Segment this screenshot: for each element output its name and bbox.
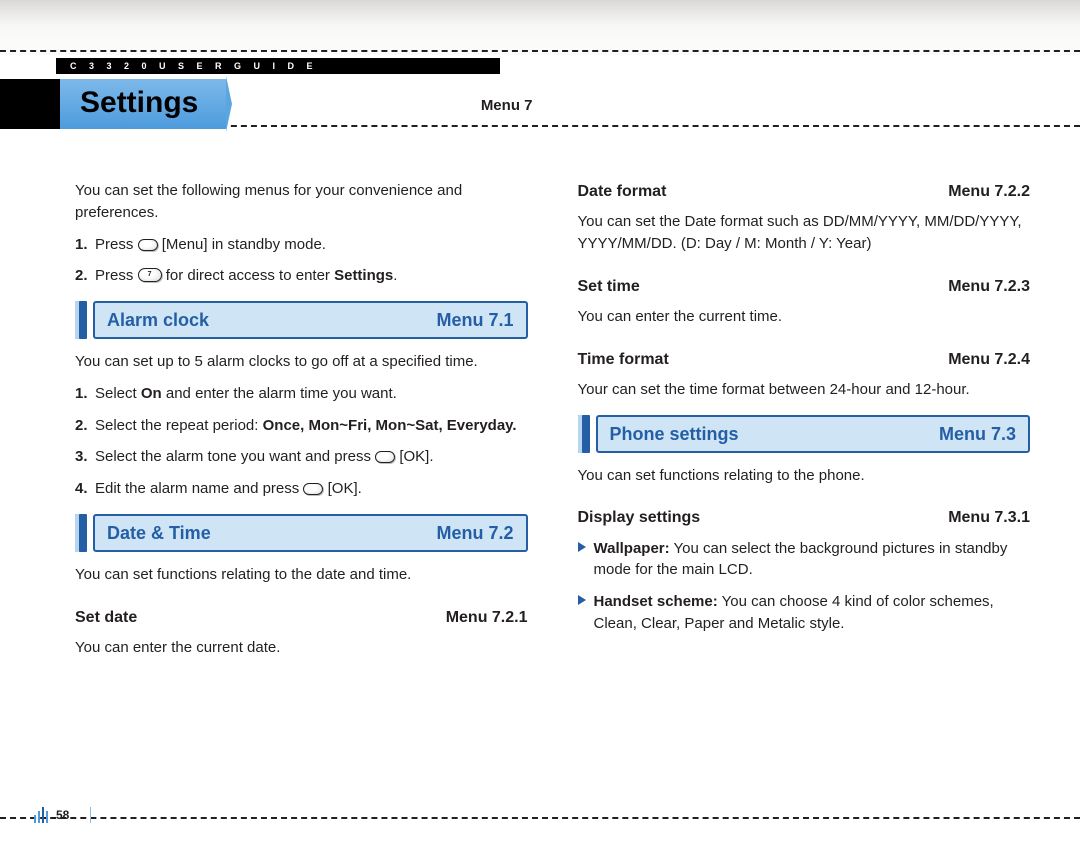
section-phone-settings: Phone settings Menu 7.3 — [578, 415, 1031, 453]
section-title: Alarm clock — [107, 307, 209, 333]
subsection-title: Time format — [578, 348, 669, 371]
bullet-icon — [578, 595, 586, 605]
subsection-description: You can enter the current date. — [75, 637, 528, 659]
page-title-tab: Settings Menu 7 — [0, 79, 533, 129]
page-frame-top — [0, 50, 1080, 52]
subsection-menu-number: Menu 7.3.1 — [948, 506, 1030, 529]
intro-step: 2. Press 7 for direct access to enter Se… — [75, 265, 528, 287]
section-description: You can set functions relating to the da… — [75, 564, 528, 586]
bullet-icon — [578, 542, 586, 552]
content-body: You can set the following menus for your… — [75, 180, 1030, 794]
subsection-time-format: Time format Menu 7.2.4 — [578, 348, 1031, 371]
ok-key-icon — [138, 239, 158, 251]
subsection-date-format: Date format Menu 7.2.2 — [578, 180, 1031, 203]
list-item: 2. Select the repeat period: Once, Mon~F… — [75, 415, 528, 437]
subsection-description: You can set the Date format such as DD/M… — [578, 211, 1031, 255]
subsection-display-settings: Display settings Menu 7.3.1 — [578, 506, 1031, 529]
subsection-set-time: Set time Menu 7.2.3 — [578, 275, 1031, 298]
list-item: 3. Select the alarm tone you want and pr… — [75, 446, 528, 468]
section-description: You can set up to 5 alarm clocks to go o… — [75, 351, 528, 373]
subsection-menu-number: Menu 7.2.1 — [446, 606, 528, 629]
section-menu-number: Menu 7.2 — [436, 520, 513, 546]
intro-steps: 1. Press [Menu] in standby mode. 2. Pres… — [75, 234, 528, 288]
footer-tail-icon — [81, 807, 91, 823]
doc-title-strip: C 3 3 2 0 U S E R G U I D E — [56, 58, 500, 74]
ok-key-icon — [303, 483, 323, 495]
page-footer: 58 — [34, 807, 91, 823]
subsection-title: Set date — [75, 606, 137, 629]
seven-key-icon: 7 — [138, 268, 162, 282]
section-marker-icon — [578, 415, 590, 453]
section-marker-icon — [75, 514, 87, 552]
page-frame-bottom — [0, 817, 1080, 819]
list-item: 4. Edit the alarm name and press [OK]. — [75, 478, 528, 500]
list-item: Handset scheme: You can choose 4 kind of… — [578, 591, 1031, 635]
subsection-title: Date format — [578, 180, 667, 203]
intro-text: You can set the following menus for your… — [75, 180, 528, 224]
page-number: 58 — [56, 808, 69, 822]
subsection-description: You can enter the current time. — [578, 306, 1031, 328]
section-date-time: Date & Time Menu 7.2 — [75, 514, 528, 552]
list-item: 1. Select On and enter the alarm time yo… — [75, 383, 528, 405]
section-marker-icon — [75, 301, 87, 339]
footer-bars-icon — [34, 807, 50, 823]
section-alarm-clock: Alarm clock Menu 7.1 — [75, 301, 528, 339]
left-column: You can set the following menus for your… — [75, 180, 528, 794]
page-menu-number: Menu 7 — [231, 79, 533, 114]
subsection-title: Set time — [578, 275, 640, 298]
section-title: Date & Time — [107, 520, 211, 546]
section-description: You can set functions relating to the ph… — [578, 465, 1031, 487]
section-menu-number: Menu 7.3 — [939, 421, 1016, 447]
subsection-set-date: Set date Menu 7.2.1 — [75, 606, 528, 629]
subsection-description: Your can set the time format between 24-… — [578, 379, 1031, 401]
subsection-menu-number: Menu 7.2.2 — [948, 180, 1030, 203]
subsection-menu-number: Menu 7.2.4 — [948, 348, 1030, 371]
section-menu-number: Menu 7.1 — [436, 307, 513, 333]
subsection-title: Display settings — [578, 506, 701, 529]
right-column: Date format Menu 7.2.2 You can set the D… — [578, 180, 1031, 794]
alarm-steps: 1. Select On and enter the alarm time yo… — [75, 383, 528, 500]
list-item: Wallpaper: You can select the background… — [578, 538, 1031, 582]
intro-step: 1. Press [Menu] in standby mode. — [75, 234, 528, 256]
manual-page: C 3 3 2 0 U S E R G U I D E Settings Men… — [0, 0, 1080, 864]
page-title: Settings — [0, 79, 226, 129]
section-title: Phone settings — [610, 421, 739, 447]
ok-key-icon — [375, 451, 395, 463]
subsection-menu-number: Menu 7.2.3 — [948, 275, 1030, 298]
